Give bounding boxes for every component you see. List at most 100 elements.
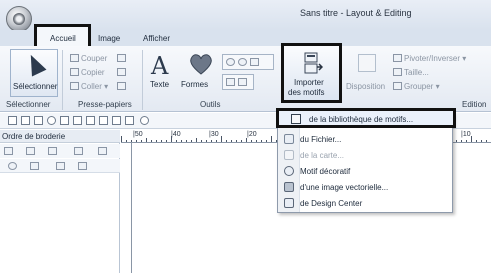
ruler-tick	[121, 136, 122, 142]
text-tool-label[interactable]: Texte	[150, 80, 169, 89]
layout-icon[interactable]	[358, 54, 376, 72]
resize-icon	[393, 68, 402, 76]
disposition-button[interactable]: Disposition	[346, 82, 385, 91]
view-icon[interactable]	[99, 116, 108, 125]
ruler-tick	[266, 140, 267, 142]
application-menu-button[interactable]	[6, 6, 32, 32]
thumbnail-view-icon[interactable]	[4, 147, 13, 155]
arrow-cursor-icon	[23, 51, 47, 77]
ruler-tick	[226, 140, 227, 142]
ruler-tick	[166, 140, 167, 142]
ruler-tick	[481, 140, 482, 142]
ruler-tick	[476, 140, 477, 142]
measure-icon[interactable]	[238, 78, 248, 86]
shapes-tool-icon[interactable]	[188, 52, 214, 76]
group-separator	[62, 50, 63, 110]
clipboard-extra-1[interactable]	[117, 54, 128, 63]
ruler-tick	[251, 140, 252, 142]
ruler-tick	[176, 140, 177, 142]
copy-button[interactable]: Copier	[70, 68, 105, 77]
zoom-out-icon[interactable]	[238, 58, 248, 66]
ruler-tick	[236, 140, 237, 142]
size-button[interactable]: Taille...	[393, 68, 429, 77]
ruler-tick	[191, 140, 192, 142]
sort-icon[interactable]	[48, 147, 57, 155]
document-icon	[117, 54, 126, 62]
frame-icon[interactable]	[98, 147, 107, 155]
ruler-tick	[221, 136, 222, 142]
panel-title: Ordre de broderie	[2, 132, 66, 141]
save-icon[interactable]	[34, 116, 43, 125]
shapes-tool-label[interactable]: Formes	[181, 80, 208, 89]
zoom-in-icon[interactable]	[226, 58, 235, 66]
cut-small-icon[interactable]	[60, 116, 69, 125]
group-label-edition: Edition	[462, 100, 487, 109]
panel-title-bar: Ordre de broderie	[0, 130, 120, 143]
paste-label: Coller	[81, 82, 102, 91]
grid-icon[interactable]	[112, 116, 121, 125]
ruler-mark: |50	[133, 131, 143, 138]
text-tool-icon[interactable]: A	[151, 52, 168, 80]
ruler-tick	[211, 140, 212, 142]
tab-afficher[interactable]: Afficher	[143, 34, 170, 43]
ruler-mark: |10	[461, 131, 471, 138]
select-button[interactable]: Sélectionner	[10, 49, 58, 97]
redo-icon[interactable]	[86, 116, 95, 125]
hand-tools[interactable]	[222, 74, 254, 90]
undo-icon[interactable]	[73, 116, 82, 125]
properties-icon[interactable]	[125, 116, 134, 125]
menu-item-from-card[interactable]: de la carte...	[284, 150, 344, 164]
select-button-label: Sélectionner	[13, 82, 58, 91]
pointer-icon[interactable]	[78, 162, 87, 170]
delete-x-icon[interactable]	[56, 162, 65, 170]
ruler-mark: |40	[171, 131, 181, 138]
hand-pan-icon[interactable]	[226, 78, 235, 86]
import-label-line2: des motifs	[288, 88, 325, 97]
ruler-tick	[241, 140, 242, 142]
tab-image[interactable]: Image	[98, 34, 120, 43]
ruler-tick	[131, 140, 132, 142]
ruler-tick	[466, 140, 467, 142]
visibility-eye-icon[interactable]	[8, 162, 17, 170]
clipboard-extra-2[interactable]	[117, 68, 128, 77]
help-icon[interactable]	[140, 116, 149, 125]
vertical-ruler	[121, 143, 132, 273]
menu-item-from-file[interactable]: du Fichier...	[284, 134, 341, 148]
paste-button[interactable]: Coller ▾	[70, 82, 108, 91]
new-file-icon[interactable]	[8, 116, 17, 125]
ruler-tick	[201, 140, 202, 142]
vector-image-icon	[284, 182, 294, 192]
ruler-tick	[486, 140, 487, 142]
menu-item-design-center[interactable]: de Design Center	[284, 198, 362, 212]
ruler-tick	[206, 140, 207, 142]
ruler-tick	[141, 140, 142, 142]
ruler-tick	[261, 140, 262, 142]
copy-label: Copier	[81, 68, 105, 77]
open-folder-icon[interactable]	[21, 116, 30, 125]
import-patterns-button[interactable]: Importer des motifs	[281, 43, 342, 103]
group-button[interactable]: Grouper ▾	[393, 82, 440, 91]
menu-item-label: Motif décoratif	[300, 167, 351, 176]
ruler-tick	[231, 140, 232, 142]
paste-icon	[70, 82, 79, 90]
ruler-tick	[136, 140, 137, 142]
clipboard-extra-3[interactable]	[117, 82, 128, 91]
arrange-icon[interactable]	[74, 147, 83, 155]
ruler-tick	[156, 140, 157, 142]
zoom-fit-icon[interactable]	[250, 58, 260, 66]
library-icon	[291, 114, 301, 124]
menu-item-decorative-pattern[interactable]: Motif décoratif	[284, 166, 350, 180]
cut-button[interactable]: Couper	[70, 54, 107, 63]
rotate-flip-button[interactable]: Pivoter/Inverser ▾	[393, 54, 466, 63]
menu-item-pattern-library[interactable]: de la bibliothèque de motifs...	[276, 108, 456, 128]
ruler-tick	[256, 140, 257, 142]
menu-item-vector-image[interactable]: d'une image vectorielle...	[284, 182, 388, 196]
menu-item-label: de la carte...	[300, 151, 345, 160]
scissors-icon	[70, 54, 79, 62]
ruler-tick	[471, 136, 472, 142]
list-view-icon[interactable]	[26, 147, 35, 155]
lock-icon[interactable]	[30, 162, 39, 170]
group-icon	[393, 82, 402, 90]
print-preview-icon[interactable]	[47, 116, 56, 125]
zoom-buttons[interactable]	[222, 54, 274, 70]
